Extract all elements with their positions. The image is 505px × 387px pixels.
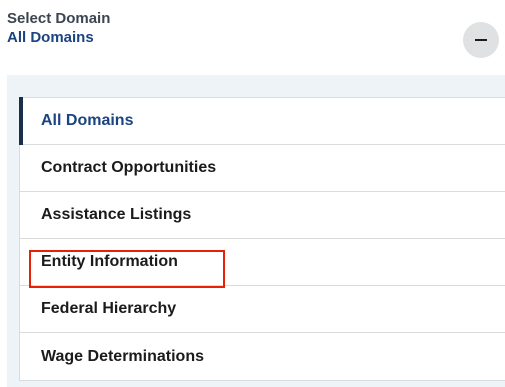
domain-item-all-domains[interactable]: All Domains [19,97,505,145]
collapse-toggle-button[interactable] [463,22,499,58]
domain-item-assistance-listings[interactable]: Assistance Listings [20,192,505,239]
domain-item-label: All Domains [41,112,134,129]
domain-item-label: Wage Determinations [41,347,204,365]
domain-item-federal-hierarchy[interactable]: Federal Hierarchy [20,286,505,333]
domain-panel: All Domains Contract Opportunities Assis… [7,75,505,387]
domain-item-entity-information[interactable]: Entity Information [20,239,505,286]
domain-item-label: Federal Hierarchy [41,300,177,317]
domain-item-contract-opportunities[interactable]: Contract Opportunities [20,145,505,192]
domain-item-wage-determinations[interactable]: Wage Determinations [20,333,505,380]
domain-list: All Domains Contract Opportunities Assis… [19,97,505,381]
select-domain-label: Select Domain [7,10,111,27]
domain-item-label: Entity Information [41,253,178,270]
domain-selector-header: Select Domain All Domains [7,10,499,58]
minus-icon [475,39,487,41]
selected-domain-value: All Domains [7,29,94,46]
domain-item-label: Assistance Listings [41,206,192,223]
domain-item-label: Contract Opportunities [41,159,217,176]
